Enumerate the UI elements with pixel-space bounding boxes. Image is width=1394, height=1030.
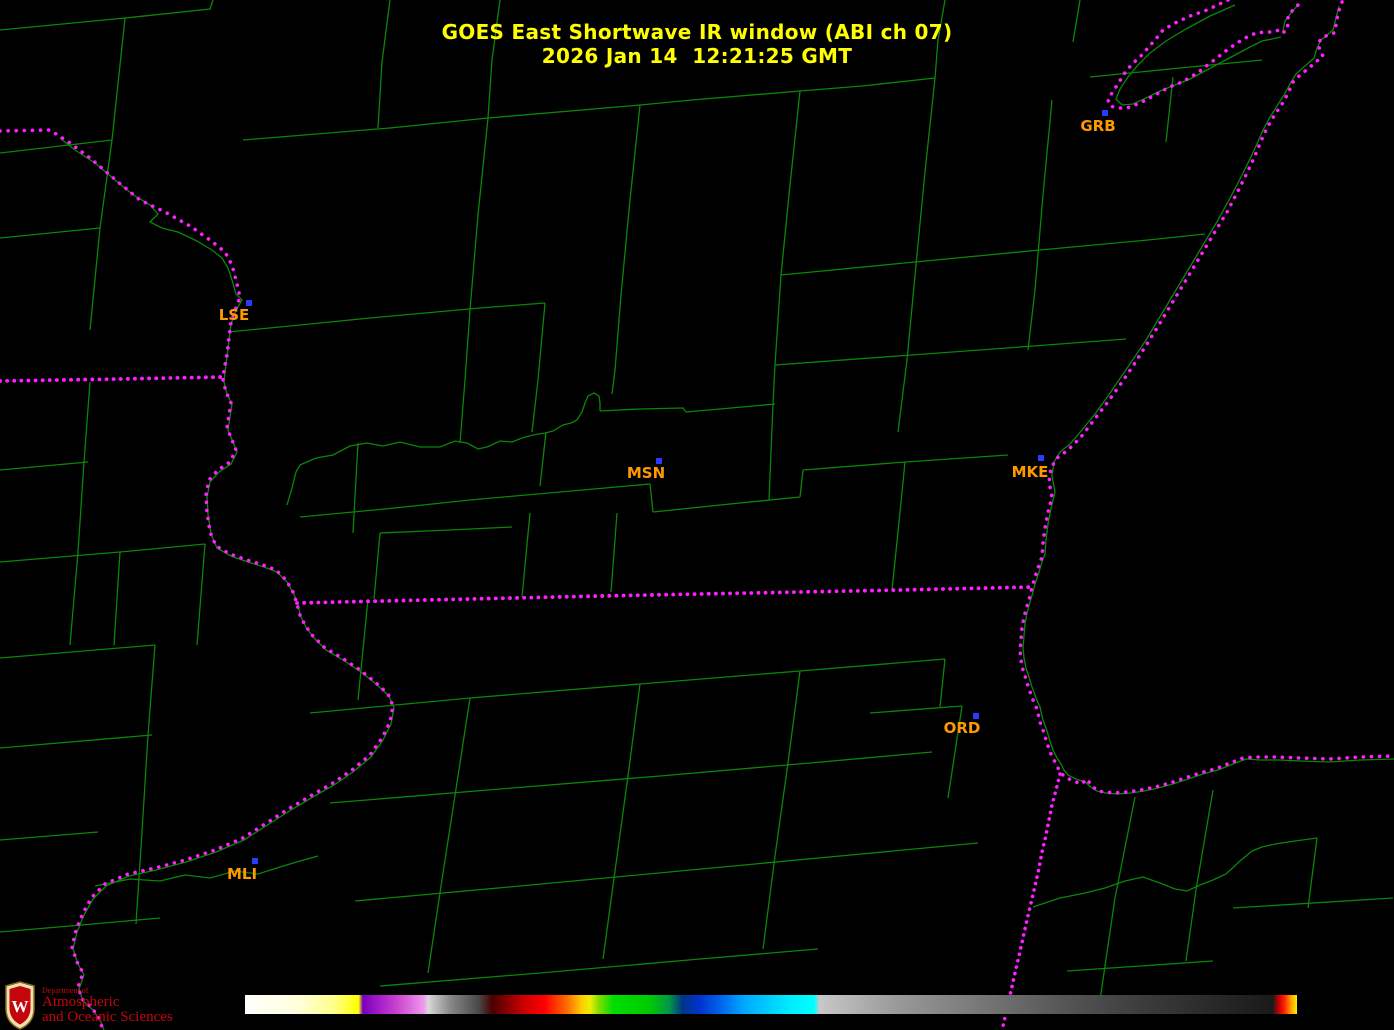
station-label-mke: MKE [1012, 463, 1049, 481]
image-title: GOES East Shortwave IR window (ABI ch 07… [0, 20, 1394, 44]
uw-aos-logo: W Department of Atmospheric and Oceanic … [4, 981, 173, 1030]
station-label-msn: MSN [627, 464, 665, 482]
station-label-mli: MLI [227, 865, 257, 883]
station-label-lse: LSE [219, 306, 250, 324]
state-borders-layer [0, 0, 1394, 1030]
station-marker-mli [252, 858, 258, 864]
station-marker-grb [1102, 110, 1108, 116]
wisconsin-illinois-border [297, 587, 1032, 603]
satellite-image-viewport: GRB LSE MSN MKE ORD MLI GOES East Shortw… [0, 0, 1394, 1030]
lake-michigan-shoreline [1020, 2, 1394, 793]
station-marker-mke [1038, 455, 1044, 461]
station-label-grb: GRB [1080, 117, 1115, 135]
illinois-indiana-border [1001, 774, 1060, 1030]
image-timestamp: 2026 Jan 14 12:21:25 GMT [0, 44, 1394, 68]
map-canvas: GRB LSE MSN MKE ORD MLI [0, 0, 1394, 1030]
mississippi-river-border [0, 130, 393, 1030]
crest-letter: W [12, 997, 29, 1016]
uw-crest-icon: W [4, 981, 36, 1030]
logo-atmospheric: Atmospheric [42, 995, 173, 1010]
temperature-color-scale [245, 995, 1297, 1014]
county-boundaries-layer [0, 0, 1394, 1030]
logo-text: Department of Atmospheric and Oceanic Sc… [42, 981, 173, 1026]
station-label-ord: ORD [944, 719, 981, 737]
iowa-minnesota-border [0, 377, 223, 381]
logo-oceanic-sciences: and Oceanic Sciences [42, 1010, 173, 1025]
